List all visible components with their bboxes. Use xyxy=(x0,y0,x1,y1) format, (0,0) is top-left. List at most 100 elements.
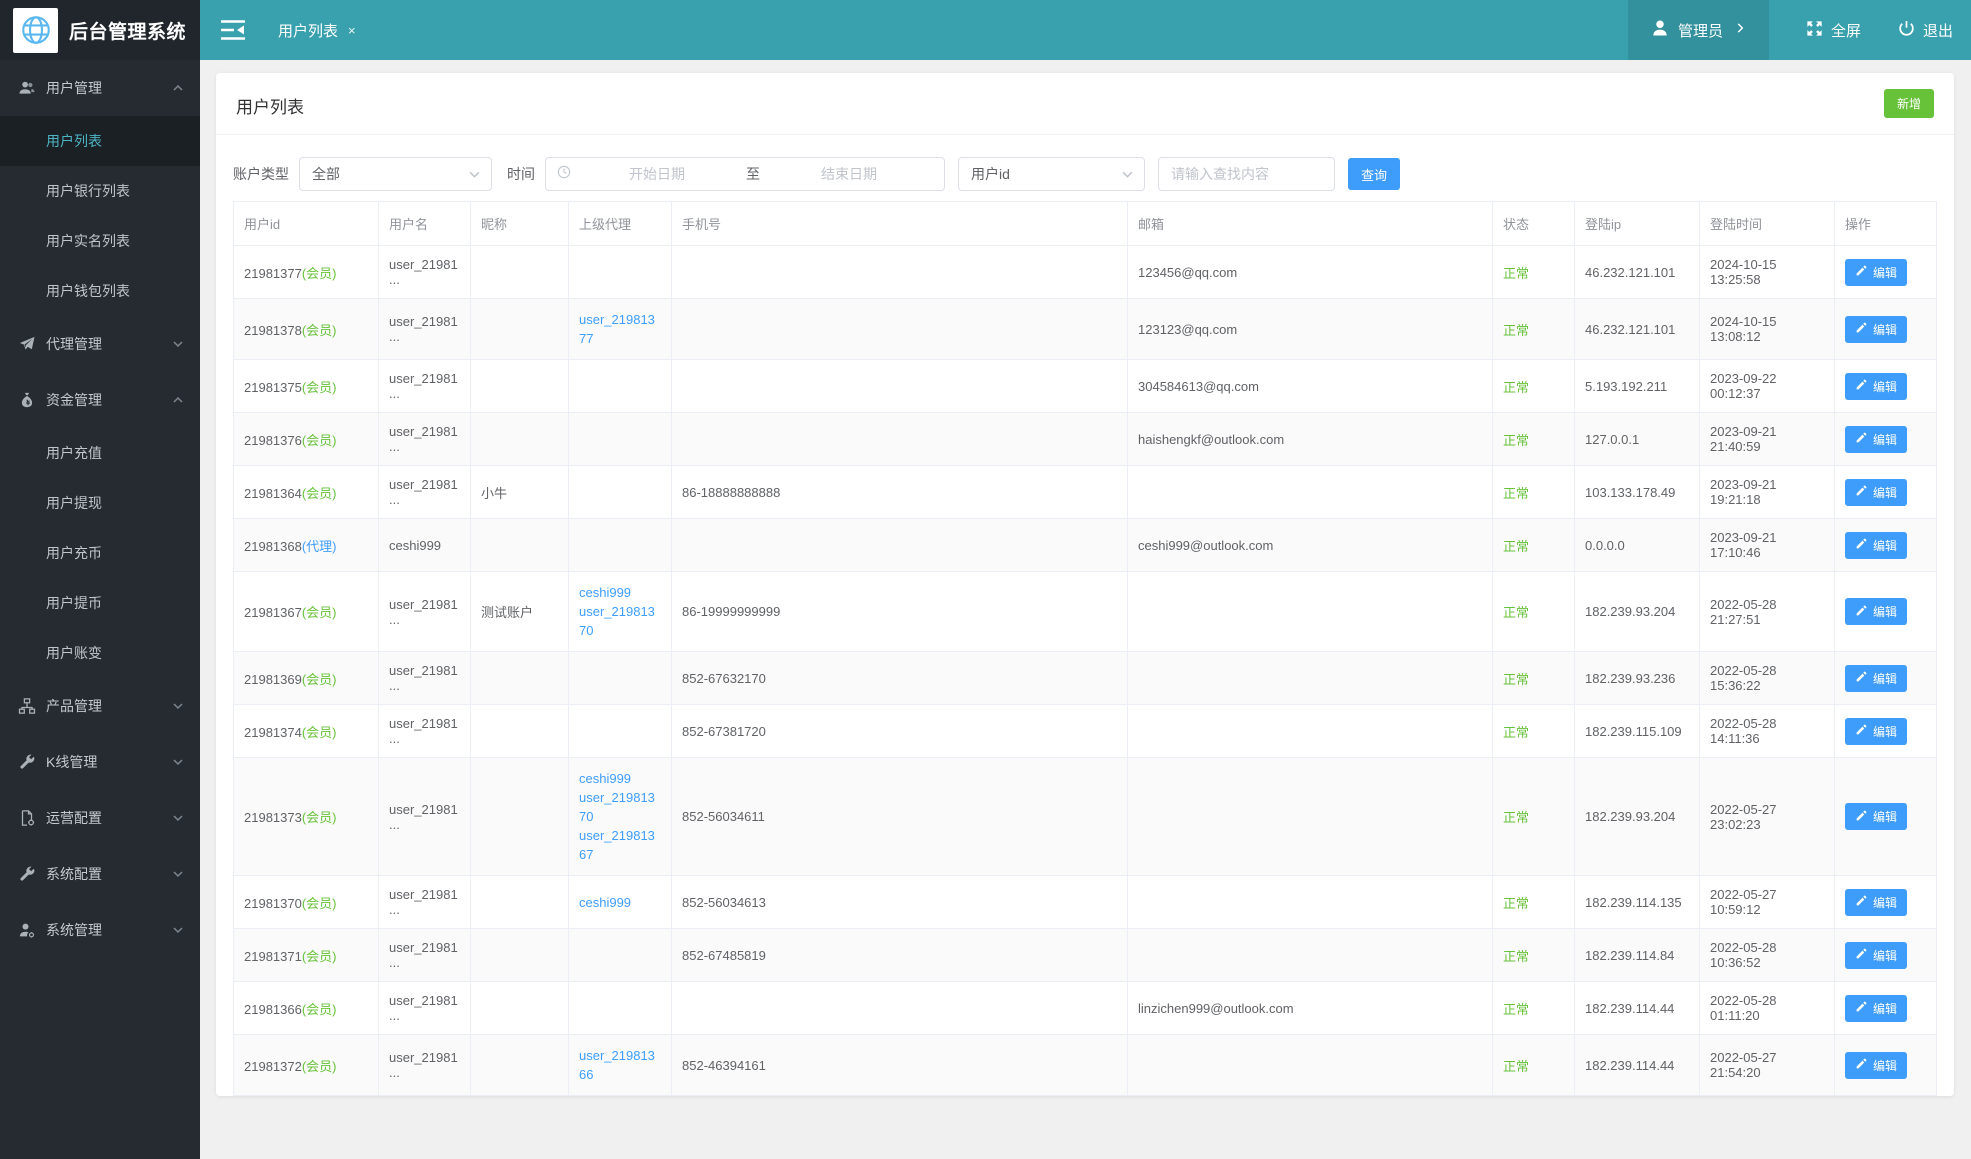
sidebar-item[interactable]: K线管理 xyxy=(0,734,200,790)
sidebar-item-label: 产品管理 xyxy=(46,698,102,714)
sidebar-subitem[interactable]: 用户充币 xyxy=(0,528,200,578)
cell-phone xyxy=(671,359,1128,413)
sidebar-subitem[interactable]: 用户充值 xyxy=(0,428,200,478)
sidebar-subitem[interactable]: 用户提现 xyxy=(0,478,200,528)
fullscreen-button[interactable]: 全屏 xyxy=(1805,19,1861,42)
edit-button[interactable]: 编辑 xyxy=(1845,258,1908,286)
agent-link[interactable]: user_21981370 xyxy=(579,788,661,826)
chevron-down-icon xyxy=(172,700,184,712)
cell-status: 正常 xyxy=(1492,651,1575,705)
app-title: 后台管理系统 xyxy=(69,21,187,43)
edit-button[interactable]: 编辑 xyxy=(1845,994,1908,1022)
agent-link[interactable]: ceshi999 xyxy=(579,583,661,602)
agent-link[interactable]: ceshi999 xyxy=(579,769,661,788)
tab-user-list[interactable]: 用户列表 × xyxy=(278,20,356,41)
cell-actions: 编辑 xyxy=(1834,1034,1937,1096)
start-date-placeholder[interactable]: 开始日期 xyxy=(572,164,742,184)
edit-button[interactable]: 编辑 xyxy=(1845,531,1908,559)
collapse-menu-icon[interactable] xyxy=(220,19,246,41)
cell-login-time: 2022-05-27 21:54:20 xyxy=(1699,1034,1835,1096)
sidebar-subitem[interactable]: 用户实名列表 xyxy=(0,216,200,266)
status-badge: 正常 xyxy=(1503,724,1530,740)
cell-actions: 编辑 xyxy=(1834,704,1937,758)
edit-button[interactable]: 编辑 xyxy=(1845,425,1908,453)
status-badge: 正常 xyxy=(1503,895,1530,911)
date-range-input[interactable]: 开始日期 至 结束日期 xyxy=(545,157,945,191)
cell-login-time: 2022-05-28 10:36:52 xyxy=(1699,928,1835,982)
edit-button[interactable]: 编辑 xyxy=(1845,478,1908,506)
cell-email: linzichen999@outlook.com xyxy=(1127,981,1493,1035)
admin-menu[interactable]: 管理员 xyxy=(1627,0,1769,60)
edit-button[interactable]: 编辑 xyxy=(1845,598,1908,625)
cell-username: ceshi999 xyxy=(378,518,471,572)
sidebar-item[interactable]: 系统管理 xyxy=(0,902,200,958)
tab-close-icon[interactable]: × xyxy=(348,23,356,38)
edit-button-label: 编辑 xyxy=(1873,724,1898,739)
add-button[interactable]: 新增 xyxy=(1883,89,1934,118)
cell-status: 正常 xyxy=(1492,704,1575,758)
sidebar-item[interactable]: 用户管理 xyxy=(0,60,200,116)
sidebar-item[interactable]: 系统配置 xyxy=(0,846,200,902)
edit-button[interactable]: 编辑 xyxy=(1845,315,1908,343)
edit-button[interactable]: 编辑 xyxy=(1845,372,1908,400)
column-header: 上级代理 xyxy=(568,201,672,246)
column-header: 邮箱 xyxy=(1127,201,1493,246)
query-button[interactable]: 查询 xyxy=(1348,158,1401,190)
cell-user-id: 21981366(会员) xyxy=(233,981,379,1035)
table-row: 21981364(会员) user_21981... 小牛 86-1888888888… xyxy=(233,465,1937,519)
edit-button[interactable]: 编辑 xyxy=(1845,803,1908,830)
cell-parent-agents: ceshi999 xyxy=(568,875,672,929)
cell-nickname xyxy=(470,1034,569,1096)
cell-user-id: 21981377(会员) xyxy=(233,245,379,299)
logout-button[interactable]: 退出 xyxy=(1897,19,1953,42)
sidebar-subitem[interactable]: 用户列表 xyxy=(0,116,200,166)
cell-user-id: 21981367(会员) xyxy=(233,571,379,652)
cell-login-time: 2022-05-28 21:27:51 xyxy=(1699,571,1835,652)
table-row: 21981367(会员) user_21981... 测试账户 ceshi999 use… xyxy=(233,571,1937,652)
cell-email: 304584613@qq.com xyxy=(1127,359,1493,413)
cell-username: user_21981... xyxy=(378,465,471,519)
sidebar-subitem[interactable]: 用户账变 xyxy=(0,628,200,678)
cell-user-id: 21981373(会员) xyxy=(233,757,379,876)
cell-phone xyxy=(671,412,1128,466)
end-date-placeholder[interactable]: 结束日期 xyxy=(764,164,934,184)
cell-parent-agents xyxy=(568,704,672,758)
agent-link[interactable]: user_21981366 xyxy=(579,1046,661,1084)
user-type-tag: (会员) xyxy=(301,322,337,338)
cell-status: 正常 xyxy=(1492,757,1575,876)
cell-actions: 编辑 xyxy=(1834,981,1937,1035)
sidebar-subitem[interactable]: 用户钱包列表 xyxy=(0,266,200,316)
table-row: 21981372(会员) user_21981... user_21981366 85… xyxy=(233,1034,1937,1096)
account-type-select[interactable]: 全部 xyxy=(299,157,492,191)
search-input[interactable] xyxy=(1158,157,1335,191)
column-header: 用户id xyxy=(233,201,379,246)
sidebar-item-label: 用户管理 xyxy=(46,80,102,96)
status-badge: 正常 xyxy=(1503,432,1530,448)
pencil-icon xyxy=(1855,431,1873,447)
edit-button[interactable]: 编辑 xyxy=(1845,664,1908,692)
edit-button[interactable]: 编辑 xyxy=(1845,717,1908,745)
user-table: 用户id 用户名 昵称 上级代理 手机号 邮箱 状态 登陆ip 登陆时间 操作 21981377(… xyxy=(233,201,1937,1096)
app-root: 后台管理系统 用户管理用户列表 用户银行列表 用户实名列表 用户钱包列表 代理管理 资金管… xyxy=(0,0,1971,1159)
agent-link[interactable]: user_21981370 xyxy=(579,602,661,640)
cell-email: 123456@qq.com xyxy=(1127,245,1493,299)
agent-link[interactable]: user_21981367 xyxy=(579,826,661,864)
search-field-select[interactable]: 用户id xyxy=(958,157,1145,191)
sidebar-subitem[interactable]: 用户提币 xyxy=(0,578,200,628)
user-type-tag: (会员) xyxy=(301,265,337,281)
edit-button[interactable]: 编辑 xyxy=(1845,1051,1908,1079)
sidebar-item[interactable]: 产品管理 xyxy=(0,678,200,734)
sidebar-item-label: 运营配置 xyxy=(46,810,102,826)
sidebar-subitem[interactable]: 用户银行列表 xyxy=(0,166,200,216)
edit-button[interactable]: 编辑 xyxy=(1845,888,1908,916)
sidebar-item[interactable]: 资金管理 xyxy=(0,372,200,428)
column-header: 昵称 xyxy=(470,201,569,246)
edit-button[interactable]: 编辑 xyxy=(1845,941,1908,969)
agent-link[interactable]: ceshi999 xyxy=(579,893,661,912)
chevron-down-icon xyxy=(1121,168,1134,181)
chevron-up-icon xyxy=(172,82,184,94)
sidebar-item[interactable]: 运营配置 xyxy=(0,790,200,846)
cell-nickname: 小牛 xyxy=(470,465,569,519)
agent-link[interactable]: user_21981377 xyxy=(579,310,661,348)
sidebar-item[interactable]: 代理管理 xyxy=(0,316,200,372)
